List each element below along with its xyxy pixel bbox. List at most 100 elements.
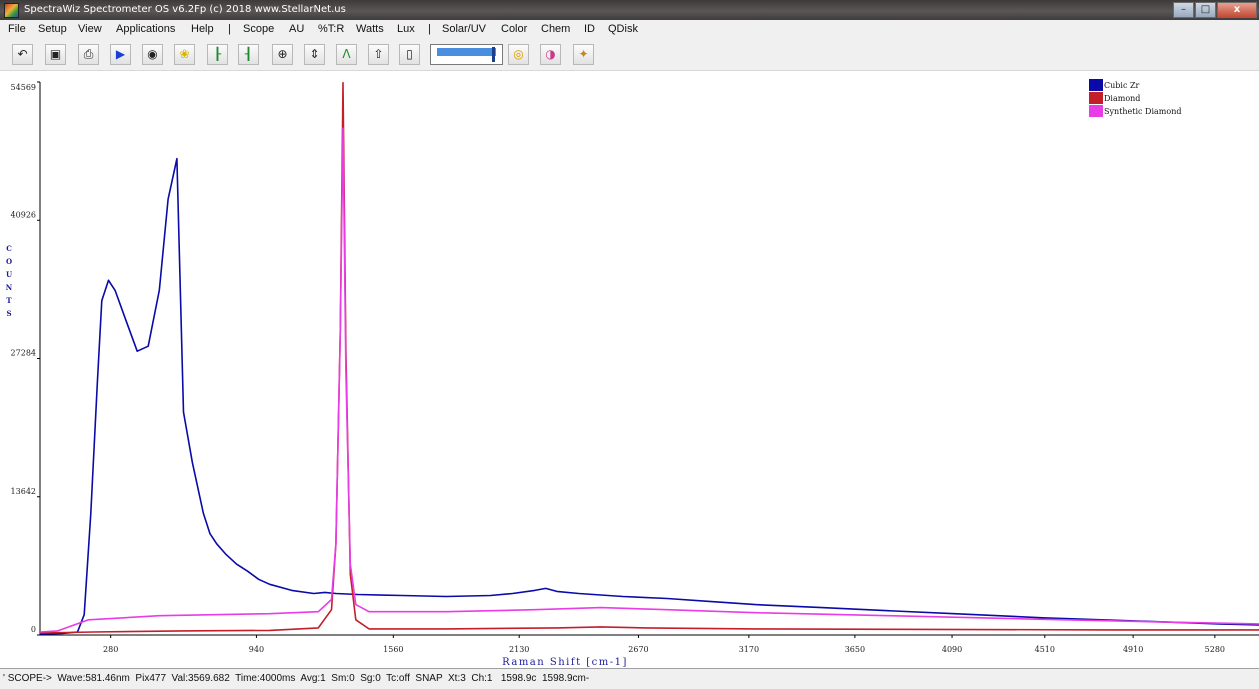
peak-icon: Λ	[342, 47, 351, 61]
menu-watts[interactable]: Watts	[356, 23, 384, 35]
x-tick-label: 280	[103, 645, 118, 654]
menu-scope[interactable]: Scope	[243, 23, 274, 35]
print-icon: ⎙	[83, 47, 94, 61]
lamp-button[interactable]: ❀	[174, 44, 195, 65]
settings-icon: ✦	[578, 47, 589, 61]
menu-chem[interactable]: Chem	[541, 23, 570, 35]
x-axis-label: Raman Shift [cm-1]	[502, 657, 628, 668]
slider-thumb[interactable]	[492, 47, 496, 62]
toolbar: ↶ ▣ ⎙ ▶ ◉ ❀ ┠ ┨ ⊕ ⇕ Λ ⇧ ▯ ◎ ◑ ✦	[0, 39, 1259, 71]
export-button[interactable]: ⇧	[368, 44, 389, 65]
pin-icon: ◉	[147, 47, 158, 61]
cursor-right-button[interactable]: ┨	[238, 44, 259, 65]
target-icon: ◎	[513, 47, 524, 61]
y-tick-label: 40926	[11, 210, 36, 219]
series-line-cubic-zr	[39, 157, 1259, 635]
x-tick-label: 2670	[628, 645, 648, 654]
y-tick-label: 54569	[11, 83, 36, 92]
y-tick-label: 13642	[11, 487, 36, 496]
legend-label: Synthetic Diamond	[1104, 107, 1181, 116]
x-tick-label: 2130	[509, 645, 529, 654]
autoscale-button[interactable]: ⇕	[304, 44, 325, 65]
legend-swatch	[1089, 92, 1103, 104]
title-bar: SpectraWiz Spectrometer OS v6.2Fp (c) 20…	[0, 0, 1259, 20]
undo-button[interactable]: ↶	[12, 44, 33, 65]
menu-transmission-reflectance[interactable]: %T:R	[318, 23, 344, 35]
y-tick-label: 27284	[11, 349, 36, 358]
menu-id[interactable]: ID	[584, 23, 595, 35]
x-tick-label: 5280	[1205, 645, 1225, 654]
status-bar: ' SCOPE-> Wave:581.46nm Pix477 Val:3569.…	[0, 668, 1259, 689]
menu-applications[interactable]: Applications	[116, 23, 175, 35]
app-logo-icon	[4, 3, 19, 18]
legend: Cubic Zr Diamond Synthetic Diamond	[1089, 79, 1181, 117]
legend-swatch	[1089, 105, 1103, 117]
maximize-button[interactable]: □	[1195, 2, 1216, 18]
spectrum-plot[interactable]: 0 13642 27284 40926 54569 280 940 1560 2130 2670…	[0, 70, 1259, 668]
plot-series	[39, 81, 1259, 635]
x-tick-label: 4090	[942, 645, 962, 654]
window-title: SpectraWiz Spectrometer OS v6.2Fp (c) 20…	[24, 4, 346, 15]
x-tick-labels: 280 940 1560 2130 2670 3170 3650 4090 4510 4910 52…	[103, 635, 1225, 654]
menu-color[interactable]: Color	[501, 23, 527, 35]
legend-label: Diamond	[1104, 94, 1140, 103]
slider-track	[437, 48, 496, 56]
color-wheel-icon: ◑	[545, 47, 556, 61]
y-axis-label-letter: U	[6, 270, 12, 279]
save-button[interactable]: ▣	[45, 44, 66, 65]
series-line-synthetic-diamond	[39, 127, 1259, 633]
menu-separator: |	[428, 23, 431, 35]
cursor-left-icon: ┠	[213, 47, 222, 61]
settings-button[interactable]: ✦	[573, 44, 594, 65]
x-tick-label: 4910	[1123, 645, 1143, 654]
y-axis-label-letter: N	[6, 283, 13, 292]
menu-setup[interactable]: Setup	[38, 23, 67, 35]
x-tick-label: 4510	[1035, 645, 1055, 654]
y-axis-label-letter: O	[6, 257, 12, 266]
target-button[interactable]: ◎	[508, 44, 529, 65]
zoom-button[interactable]: ⊕	[272, 44, 293, 65]
clear-button[interactable]: ▯	[399, 44, 420, 65]
y-axis-label-letter: S	[6, 309, 11, 318]
cursor-right-icon: ┨	[244, 47, 253, 61]
export-icon: ⇧	[373, 47, 384, 61]
legend-swatch	[1089, 79, 1103, 91]
legend-label: Cubic Zr	[1104, 81, 1140, 90]
color-button[interactable]: ◑	[540, 44, 561, 65]
y-tick-label: 0	[31, 625, 36, 634]
x-tick-label: 1560	[383, 645, 403, 654]
y-axis-label: COUNTS	[6, 244, 13, 318]
minimize-button[interactable]: –	[1173, 2, 1194, 18]
menu-bar: File Setup View Applications Help | Scop…	[0, 20, 1259, 39]
menu-qdisk[interactable]: QDisk	[608, 23, 638, 35]
menu-file[interactable]: File	[8, 23, 26, 35]
clear-icon: ▯	[406, 47, 413, 61]
peak-button[interactable]: Λ	[336, 44, 357, 65]
pin-button[interactable]: ◉	[142, 44, 163, 65]
x-tick-label: 3650	[845, 645, 865, 654]
menu-lux[interactable]: Lux	[397, 23, 415, 35]
run-button[interactable]: ▶	[110, 44, 131, 65]
save-icon: ▣	[49, 47, 62, 61]
integration-slider[interactable]	[430, 44, 503, 65]
cursor-left-button[interactable]: ┠	[207, 44, 228, 65]
y-tick-labels: 0 13642 27284 40926 54569	[11, 81, 40, 636]
menu-separator: |	[228, 23, 231, 35]
play-icon: ▶	[115, 47, 126, 61]
window-controls: – □ x	[1172, 2, 1257, 18]
y-axis-label-letter: T	[6, 296, 12, 305]
menu-solar-uv[interactable]: Solar/UV	[442, 23, 486, 35]
zoom-icon: ⊕	[277, 47, 288, 61]
menu-help[interactable]: Help	[191, 23, 214, 35]
x-tick-label: 940	[249, 645, 264, 654]
undo-icon: ↶	[17, 47, 28, 61]
lightbulb-icon: ❀	[179, 47, 190, 61]
close-button[interactable]: x	[1217, 2, 1257, 18]
menu-view[interactable]: View	[78, 23, 102, 35]
autoscale-y-icon: ⇕	[309, 47, 320, 61]
status-readout: ' SCOPE-> Wave:581.46nm Pix477 Val:3569.…	[3, 673, 590, 684]
y-axis-label-letter: C	[6, 244, 12, 253]
print-button[interactable]: ⎙	[78, 44, 99, 65]
menu-au[interactable]: AU	[289, 23, 304, 35]
x-tick-label: 3170	[739, 645, 759, 654]
